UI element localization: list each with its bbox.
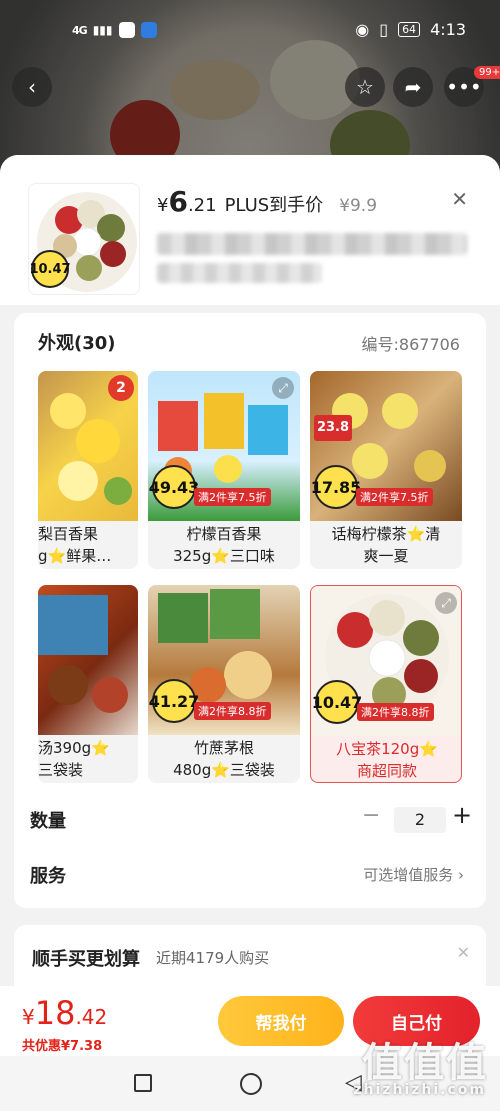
- sheet-header: 10.47 ¥6.21 PLUS到手价 ¥9.9 ✕: [0, 155, 500, 305]
- clock: 4:13: [430, 20, 466, 39]
- thumb-price-tag: 10.47: [29, 250, 71, 288]
- chevron-left-icon: ‹: [28, 75, 36, 99]
- original-price: ¥9.9: [339, 196, 378, 216]
- variant-label: 话梅柠檬茶⭐清 爽一夏: [331, 525, 441, 565]
- variant-badge: 2: [108, 375, 134, 401]
- plus-price: ¥6.21: [157, 185, 217, 218]
- total-price: ¥18.42: [22, 994, 108, 1032]
- variant-label: 柠檬百香果 325g⭐三口味: [173, 525, 275, 565]
- service-row[interactable]: 服务 可选增值服务 ›: [16, 852, 486, 902]
- eye-icon: ◉: [355, 20, 370, 39]
- variant-card[interactable]: ⤢ 49.43 满2件享7.5折 柠檬百香果 325g⭐三口味: [148, 371, 300, 569]
- share-icon: ➦: [404, 75, 422, 99]
- blurred-product-title: [157, 233, 467, 255]
- expand-icon[interactable]: ⤢: [435, 592, 457, 614]
- variant-label: 竹蔗茅根 480g⭐三袋装: [173, 739, 275, 779]
- appearance-title: 外观(30): [38, 333, 116, 354]
- vibrate-icon: ▯: [379, 20, 389, 39]
- more-icon: •••: [446, 75, 482, 99]
- bundle-section: 顺手买更划算 近期4179人购买 ✕: [14, 925, 486, 986]
- variant-card[interactable]: 2 梨百香果 g⭐鲜果…: [38, 371, 138, 569]
- variant-image: 23.8 17.85 满2件享7.5折: [310, 371, 462, 521]
- close-icon[interactable]: ✕: [451, 187, 468, 211]
- star-icon: ☆: [356, 75, 374, 99]
- watermark-url: zhizhizhi.com: [353, 1082, 486, 1098]
- variant-promo: 满2件享7.5折: [356, 488, 433, 506]
- variant-price-tag: 17.85: [311, 465, 361, 509]
- home-button[interactable]: [240, 1073, 262, 1095]
- variant-label: 八宝茶120g⭐ 商超同款: [336, 740, 438, 780]
- total-saving: 共优惠¥7.38: [22, 1039, 103, 1054]
- app-notification-icon: [118, 22, 135, 38]
- quantity-label: 数量: [30, 811, 66, 832]
- variant-small-tag: 23.8: [314, 415, 352, 441]
- browser-notification-icon: [140, 22, 157, 38]
- recent-apps-button[interactable]: [134, 1074, 152, 1092]
- variant-price-tag: 49.43: [149, 465, 199, 509]
- favorite-button[interactable]: ☆: [345, 67, 385, 107]
- quantity-decrease-button[interactable]: −: [362, 803, 380, 828]
- plus-price-label: PLUS到手价: [224, 195, 324, 216]
- bundle-title: 顺手买更划算: [32, 949, 140, 970]
- variant-label: 汤390g⭐ 三袋装: [38, 739, 110, 779]
- back-button[interactable]: ‹: [12, 67, 52, 107]
- share-button[interactable]: ➦: [393, 67, 433, 107]
- variant-promo: 满2件享7.5折: [194, 488, 271, 506]
- chevron-right-icon: ›: [458, 866, 464, 884]
- blurred-product-subtitle: [157, 263, 322, 283]
- variant-image: 2: [38, 371, 138, 521]
- variant-card[interactable]: 41.27 满2件享8.8折 竹蔗茅根 480g⭐三袋装: [148, 585, 300, 783]
- variant-image: [38, 585, 138, 735]
- variant-card-selected[interactable]: ⤢ 10.47 满2件享8.8折 八宝茶120g⭐ 商超同款: [310, 585, 462, 783]
- variant-card[interactable]: 汤390g⭐ 三袋装: [38, 585, 138, 783]
- variant-price-tag: 10.47: [312, 680, 362, 724]
- watermark-logo: 值值值: [362, 1040, 488, 1086]
- service-value: 可选增值服务 ›: [363, 866, 464, 884]
- help-pay-button[interactable]: 帮我付: [218, 996, 344, 1046]
- quantity-row: 数量 − 2 +: [16, 795, 486, 845]
- quantity-increase-button[interactable]: +: [452, 801, 472, 829]
- variant-image: ⤢ 10.47 满2件享8.8折: [311, 586, 461, 736]
- bundle-close-icon[interactable]: ✕: [457, 943, 470, 962]
- quantity-value[interactable]: 2: [394, 807, 446, 833]
- price-row: ¥6.21 PLUS到手价 ¥9.9: [157, 185, 377, 218]
- expand-icon[interactable]: ⤢: [272, 377, 294, 399]
- signal-icon: ▮▮▮: [92, 23, 113, 37]
- service-label: 服务: [30, 866, 66, 887]
- status-bar: 4G ▮▮▮ ◉ ▯ 64 4:13: [0, 0, 500, 62]
- variant-promo: 满2件享8.8折: [194, 702, 271, 720]
- notification-badge: 99+: [474, 66, 500, 79]
- product-thumbnail[interactable]: 10.47: [28, 183, 140, 295]
- variant-card[interactable]: 23.8 17.85 满2件享7.5折 话梅柠檬茶⭐清 爽一夏: [310, 371, 462, 569]
- variant-image: 41.27 满2件享8.8折: [148, 585, 300, 735]
- variant-promo: 满2件享8.8折: [357, 703, 434, 721]
- bundle-subtitle: 近期4179人购买: [156, 949, 270, 967]
- battery-icon: 64: [398, 22, 421, 37]
- sku-code: 编号:867706: [361, 335, 460, 354]
- variant-image: ⤢ 49.43 满2件享7.5折: [148, 371, 300, 521]
- variant-price-tag: 41.27: [149, 679, 199, 723]
- network-indicator: 4G: [72, 23, 88, 37]
- variant-label: 梨百香果 g⭐鲜果…: [38, 525, 112, 565]
- sku-selection-sheet: 10.47 ¥6.21 PLUS到手价 ¥9.9 ✕ 外观(30) 编号:867…: [0, 155, 500, 986]
